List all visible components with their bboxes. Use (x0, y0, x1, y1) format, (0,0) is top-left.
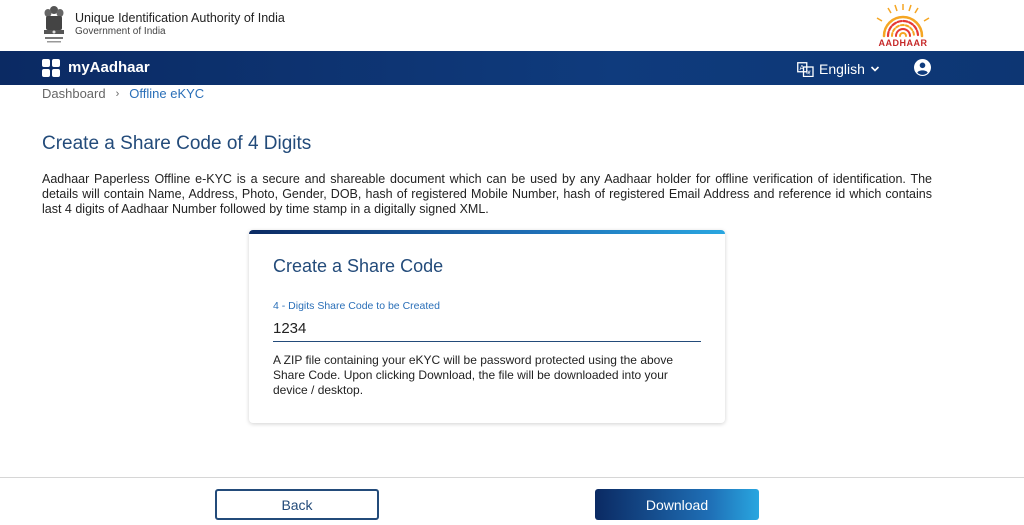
svg-text:अ: अ (806, 69, 811, 76)
navbar: myAadhaar A अ English (0, 51, 1024, 85)
org-subtitle: Government of India (75, 26, 166, 37)
share-code-label: 4 - Digits Share Code to be Created (273, 300, 440, 312)
download-button[interactable]: Download (595, 489, 759, 520)
aadhaar-logo-text: AADHAAR (878, 38, 928, 48)
aadhaar-logo: AADHAAR (868, 2, 938, 48)
translate-icon: A अ (797, 61, 814, 77)
share-code-card: Create a Share Code 4 - Digits Share Cod… (249, 230, 725, 423)
footer-actions: Back Download (0, 477, 1024, 525)
card-title: Create a Share Code (273, 256, 444, 276)
brand-name[interactable]: myAadhaar (68, 59, 150, 76)
breadcrumb-offline-ekyc[interactable]: Offline eKYC (129, 86, 204, 101)
back-button[interactable]: Back (215, 489, 379, 520)
card-accent-bar (249, 230, 725, 234)
breadcrumb-dashboard[interactable]: Dashboard (42, 86, 106, 101)
user-account-icon[interactable] (914, 59, 931, 76)
share-code-input[interactable] (273, 316, 701, 342)
share-code-help-text: A ZIP file containing your eKYC will be … (273, 353, 674, 397)
breadcrumb-separator: › (115, 87, 120, 100)
gov-header: Unique Identification Authority of India… (0, 0, 1024, 51)
grid-apps-icon[interactable] (42, 59, 60, 77)
org-title: Unique Identification Authority of India (75, 11, 285, 25)
page-title: Create a Share Code of 4 Digits (42, 133, 312, 154)
national-emblem-icon (44, 6, 64, 43)
breadcrumb: Dashboard › Offline eKYC (42, 86, 204, 101)
language-selector[interactable]: A अ English (797, 60, 880, 78)
language-label: English (819, 61, 865, 77)
page: Unique Identification Authority of India… (0, 0, 1024, 525)
page-description: Aadhaar Paperless Offline e-KYC is a sec… (42, 172, 932, 216)
chevron-down-icon (870, 66, 879, 72)
svg-text:A: A (800, 64, 805, 72)
